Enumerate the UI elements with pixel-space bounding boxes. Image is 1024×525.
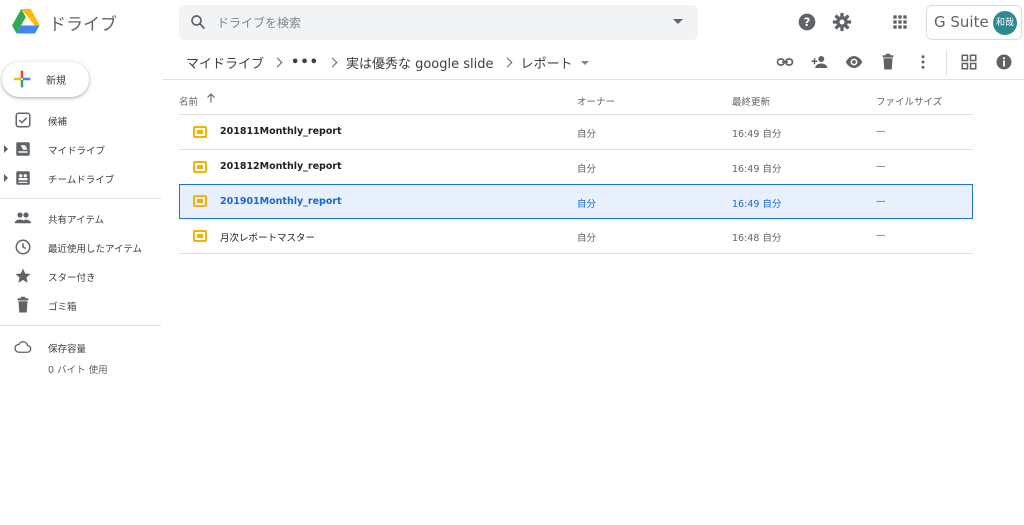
sidebar-item-storage[interactable]: 保存容量: [0, 333, 163, 361]
settings-gear-icon[interactable]: [832, 12, 852, 32]
sort-arrow-up-icon[interactable]: [205, 92, 217, 104]
info-icon[interactable]: [995, 53, 1013, 71]
sidebar-item-team-drive[interactable]: チームドライブ: [0, 164, 163, 192]
plus-icon: [13, 70, 31, 88]
drive-logo-icon[interactable]: [12, 9, 40, 34]
sidebar-item-label: 保存容量: [48, 344, 87, 355]
file-modified: 16:49 自分: [732, 129, 782, 140]
app-title[interactable]: ドライブ: [49, 10, 117, 35]
expand-arrow-icon[interactable]: [4, 145, 8, 153]
svg-text:?: ?: [804, 15, 811, 29]
breadcrumb-folder[interactable]: 実は優秀な google slide: [346, 53, 494, 72]
table-row-selected[interactable]: 201901Monthly_report 自分 16:49 自分 —: [179, 184, 973, 219]
new-button-label: 新規: [46, 76, 66, 87]
preview-eye-icon[interactable]: [845, 53, 863, 71]
file-size: —: [876, 196, 886, 207]
cloud-icon: [14, 341, 32, 353]
column-header-name[interactable]: 名前: [179, 94, 198, 108]
slides-file-icon: [193, 126, 207, 138]
sidebar-item-trash[interactable]: ゴミ箱: [0, 291, 163, 319]
sidebar-item-label: チームドライブ: [48, 175, 115, 186]
slides-file-icon: [193, 230, 207, 242]
sidebar-item-starred[interactable]: スター付き: [0, 262, 163, 290]
storage-used-text: 0 バイト 使用: [48, 365, 108, 376]
file-modified: 16:48 自分: [732, 233, 782, 244]
file-name[interactable]: 月次レポートマスター: [220, 230, 315, 244]
breadcrumb-more[interactable]: •••: [291, 55, 319, 70]
table-row[interactable]: 201812Monthly_report 自分 16:49 自分 —: [179, 150, 973, 185]
folder-menu-dropdown-icon[interactable]: [580, 60, 589, 65]
sidebar-item-suggestions[interactable]: 候補: [0, 106, 163, 134]
breadcrumb-current[interactable]: レポート: [521, 53, 573, 72]
check-box-icon: [15, 112, 31, 128]
slides-file-icon: [193, 195, 207, 207]
grid-view-icon[interactable]: [960, 53, 978, 71]
search-bar[interactable]: ドライブを検索: [179, 5, 698, 40]
sidebar-item-label: ゴミ箱: [48, 302, 77, 313]
sidebar-item-my-drive[interactable]: マイドライブ: [0, 135, 163, 163]
sidebar-item-shared[interactable]: 共有アイテム: [0, 204, 163, 232]
apps-grid-icon[interactable]: [890, 12, 910, 32]
column-header-owner[interactable]: オーナー: [577, 94, 615, 108]
column-header-modified[interactable]: 最終更新: [732, 94, 770, 108]
sidebar-item-label: スター付き: [48, 273, 96, 284]
chevron-right-icon: [327, 57, 338, 68]
file-name[interactable]: 201811Monthly_report: [220, 126, 342, 137]
table-header: 名前 オーナー 最終更新 ファイルサイズ: [179, 80, 973, 115]
breadcrumb-my-drive[interactable]: マイドライブ: [186, 53, 264, 72]
sidebar: 新規 候補 マイドライブ チームドライブ 共有アイテム 最近使用したアイテム ス…: [0, 44, 163, 525]
shared-people-icon: [14, 212, 32, 224]
search-icon[interactable]: [189, 13, 207, 31]
file-owner: 自分: [577, 129, 597, 140]
sidebar-item-recent[interactable]: 最近使用したアイテム: [0, 233, 163, 261]
file-owner: 自分: [577, 233, 597, 244]
file-modified: 16:49 自分: [732, 199, 782, 210]
expand-arrow-icon[interactable]: [4, 174, 8, 182]
app-header: ドライブ ドライブを検索 ? G Suite 和哉: [0, 0, 1024, 44]
chevron-right-icon: [272, 57, 283, 68]
table-row[interactable]: 月次レポートマスター 自分 16:48 自分 —: [179, 219, 973, 254]
help-icon[interactable]: ?: [797, 12, 817, 32]
search-input[interactable]: ドライブを検索: [217, 14, 301, 31]
file-size: —: [876, 161, 886, 172]
toolbar-divider: [946, 50, 947, 76]
file-size: —: [876, 126, 886, 137]
new-button[interactable]: 新規: [2, 62, 89, 97]
clock-icon: [15, 239, 31, 255]
gsuite-account-chip[interactable]: G Suite 和哉: [926, 5, 1022, 40]
file-size: —: [876, 230, 886, 241]
sidebar-divider: [0, 198, 161, 199]
breadcrumb: マイドライブ ••• 実は優秀な google slide レポート: [186, 53, 589, 72]
sidebar-item-label: 最近使用したアイテム: [48, 244, 143, 255]
file-modified: 16:49 自分: [732, 164, 782, 175]
star-icon: [15, 268, 31, 283]
column-header-size[interactable]: ファイルサイズ: [876, 94, 942, 108]
share-add-person-icon[interactable]: [810, 53, 828, 71]
team-drive-icon: [16, 171, 30, 185]
file-owner: 自分: [577, 164, 597, 175]
file-name[interactable]: 201812Monthly_report: [220, 161, 342, 172]
delete-trash-icon[interactable]: [879, 53, 897, 71]
file-owner: 自分: [577, 199, 597, 210]
trash-icon: [17, 296, 29, 313]
get-link-icon[interactable]: [776, 53, 794, 71]
sidebar-item-label: マイドライブ: [48, 146, 106, 157]
sidebar-item-label: 候補: [48, 117, 68, 128]
avatar[interactable]: 和哉: [993, 11, 1017, 35]
more-vert-icon[interactable]: [914, 53, 932, 71]
slides-file-icon: [193, 161, 207, 173]
table-row[interactable]: 201811Monthly_report 自分 16:49 自分 —: [179, 115, 973, 150]
my-drive-icon: [16, 142, 30, 156]
file-name[interactable]: 201901Monthly_report: [220, 196, 342, 207]
sidebar-divider: [0, 325, 161, 326]
toolbar: マイドライブ ••• 実は優秀な google slide レポート: [163, 44, 1024, 80]
gsuite-label: G Suite: [934, 13, 989, 31]
search-options-dropdown-icon[interactable]: [673, 19, 683, 24]
chevron-right-icon: [502, 57, 512, 68]
sidebar-item-label: 共有アイテム: [48, 215, 105, 226]
